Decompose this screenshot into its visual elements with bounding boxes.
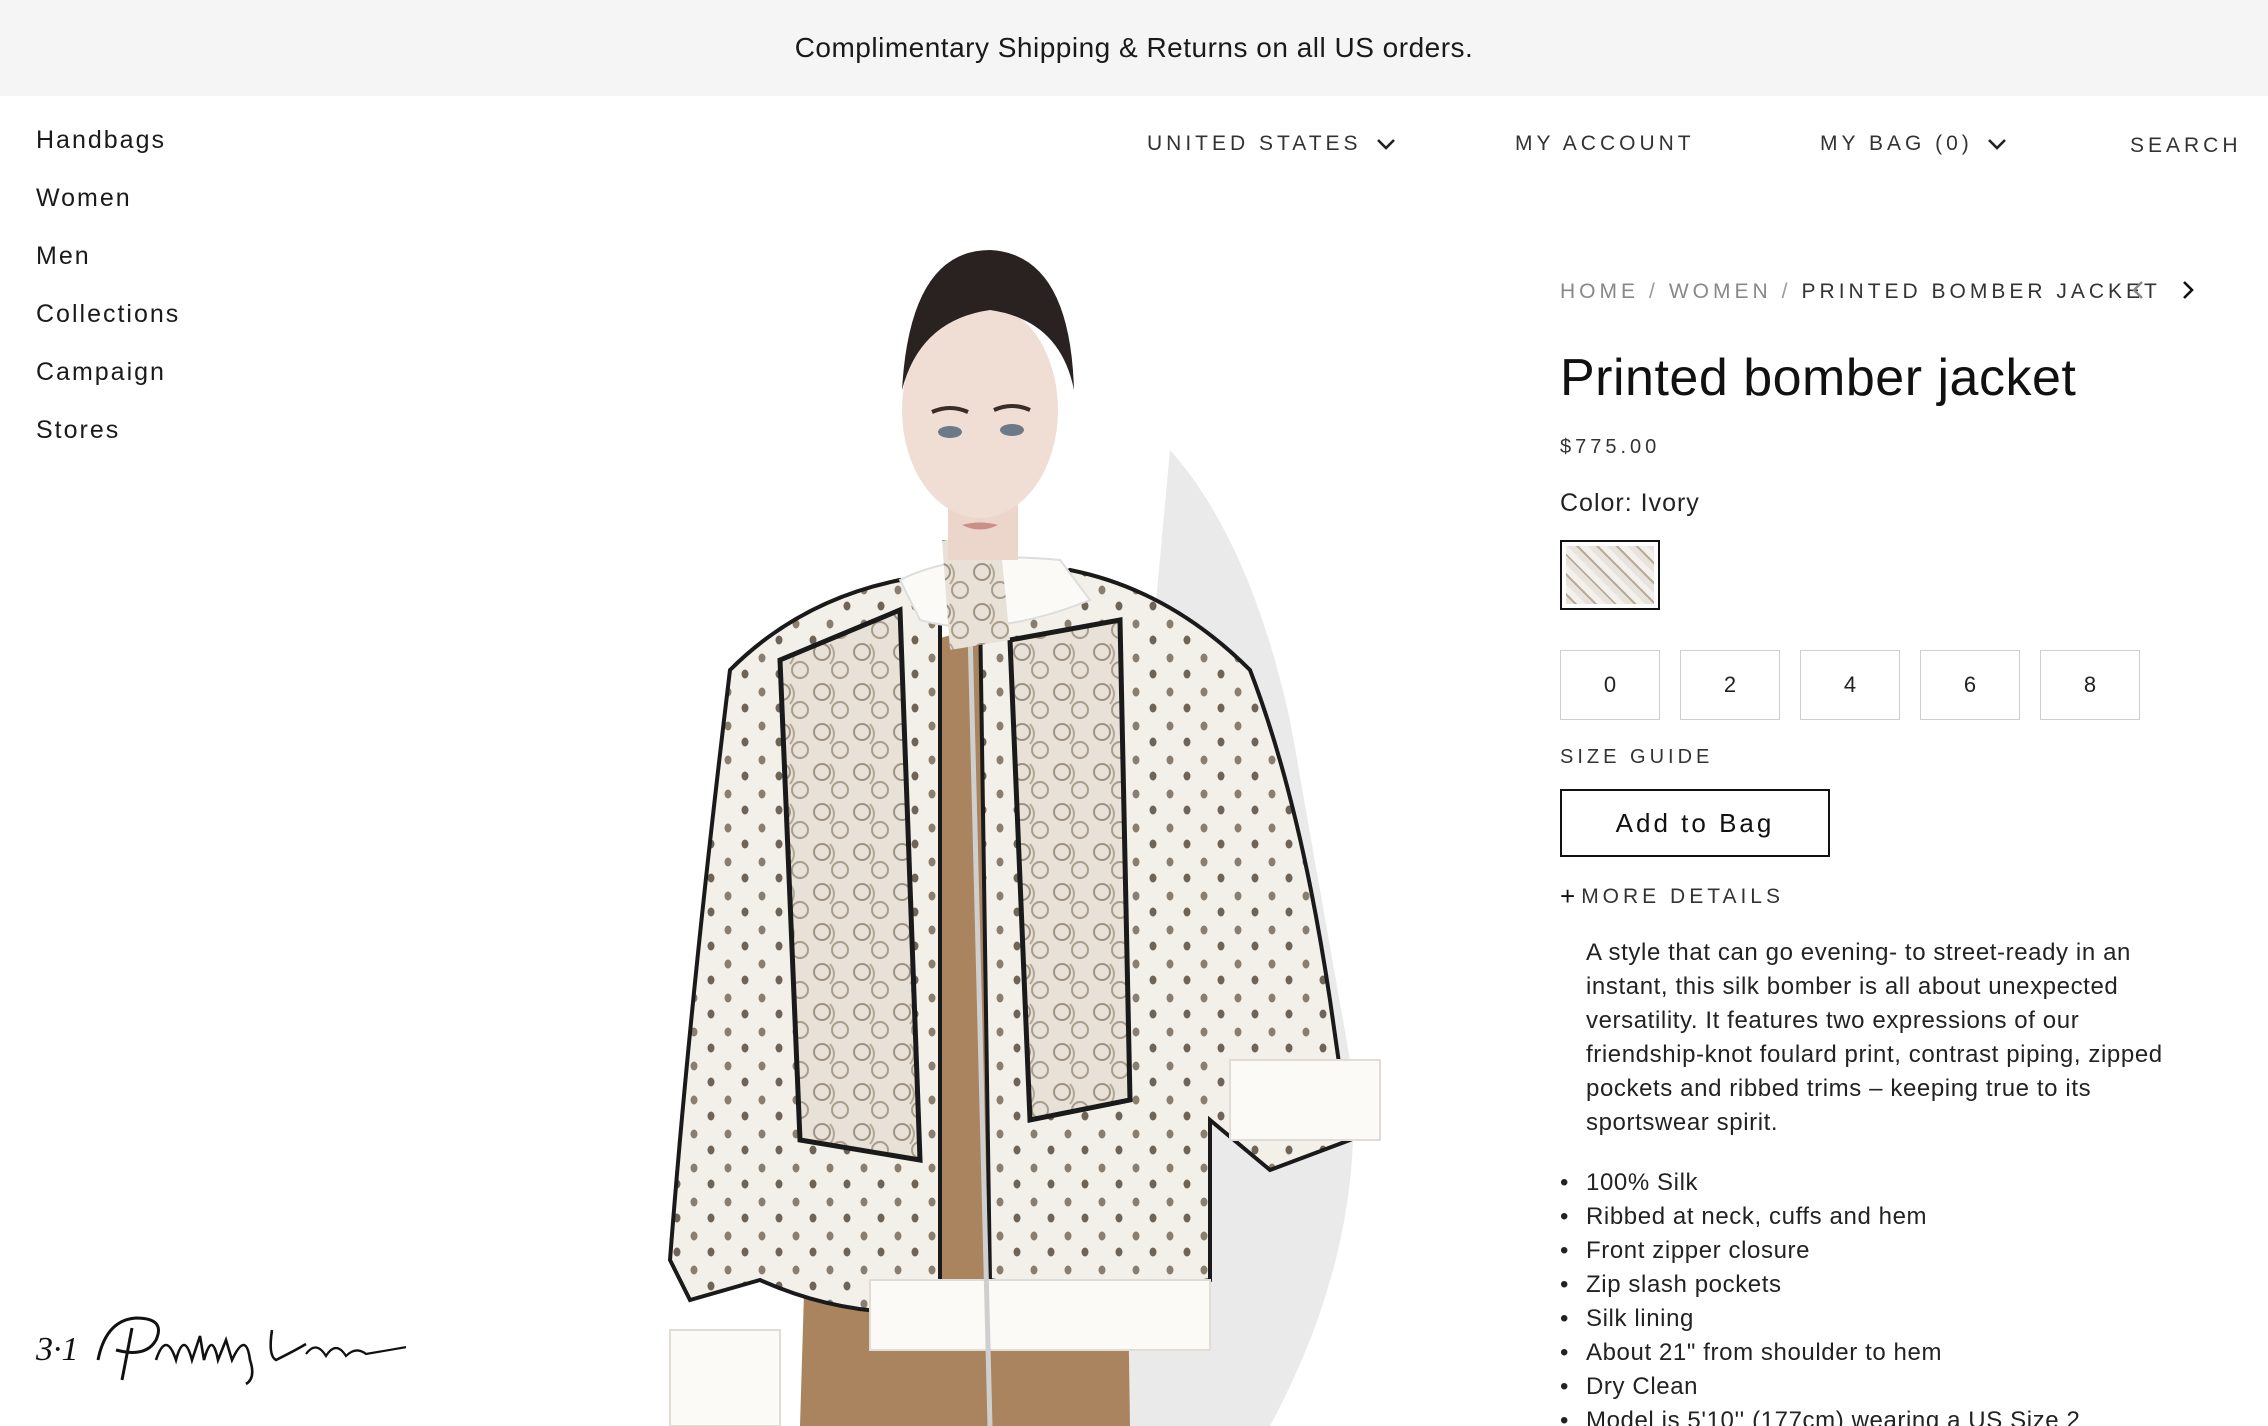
my-account-label: MY ACCOUNT bbox=[1515, 132, 1695, 155]
color-swatch-ivory[interactable] bbox=[1560, 540, 1660, 610]
main-nav: Handbags Women Men Collections Campaign … bbox=[36, 120, 180, 468]
product-title: Printed bomber jacket bbox=[1560, 349, 2077, 407]
prev-product-button[interactable] bbox=[2130, 278, 2146, 302]
product-pager bbox=[2130, 278, 2196, 302]
breadcrumb-women[interactable]: WOMEN bbox=[1669, 280, 1772, 304]
size-option[interactable]: 4 bbox=[1800, 650, 1900, 720]
feature-item: Ribbed at neck, cuffs and hem bbox=[1560, 1200, 2240, 1234]
product-details: HOME / WOMEN / PRINTED BOMBER JACKET Pri… bbox=[1560, 270, 2240, 1426]
size-option[interactable]: 0 bbox=[1560, 650, 1660, 720]
promo-text: Complimentary Shipping & Returns on all … bbox=[794, 32, 1474, 63]
size-guide-link[interactable]: SIZE GUIDE bbox=[1560, 746, 2240, 769]
search-link[interactable]: SEARCH bbox=[2130, 126, 2242, 166]
swatch-image bbox=[1566, 546, 1654, 604]
product-price: $775.00 bbox=[1560, 436, 1661, 458]
next-product-button[interactable] bbox=[2180, 278, 2196, 302]
breadcrumb-separator: / bbox=[1781, 280, 1792, 303]
my-bag-link[interactable]: MY BAG (0) bbox=[1820, 124, 2007, 164]
add-to-bag-button[interactable]: Add to Bag bbox=[1560, 789, 1830, 857]
color-label: Color: Ivory bbox=[1560, 489, 1700, 517]
feature-item: Dry Clean bbox=[1560, 1370, 2240, 1404]
phillip-lim-logo: 3·1 bbox=[35, 1316, 437, 1386]
breadcrumb-current: PRINTED BOMBER JACKET bbox=[1801, 280, 2161, 303]
chevron-right-icon bbox=[2183, 281, 2194, 299]
nav-item-men[interactable]: Men bbox=[36, 236, 180, 294]
feature-item: Zip slash pockets bbox=[1560, 1268, 2240, 1302]
size-option[interactable]: 8 bbox=[2040, 650, 2140, 720]
country-label: UNITED STATES bbox=[1147, 132, 1362, 155]
chevron-down-icon bbox=[1987, 139, 2006, 150]
brand-logo[interactable]: 3·1 bbox=[35, 1300, 437, 1390]
nav-item-collections[interactable]: Collections bbox=[36, 294, 180, 352]
search-label: SEARCH bbox=[2130, 134, 2242, 157]
promo-banner: Complimentary Shipping & Returns on all … bbox=[0, 0, 2268, 96]
feature-item: Front zipper closure bbox=[1560, 1234, 2240, 1268]
product-description: A style that can go evening- to street-r… bbox=[1586, 939, 2163, 1136]
svg-text:3·1: 3·1 bbox=[36, 1331, 79, 1368]
nav-item-women[interactable]: Women bbox=[36, 178, 180, 236]
more-details-toggle[interactable]: + MORE DETAILS bbox=[1560, 881, 2240, 912]
more-details-label: MORE DETAILS bbox=[1581, 884, 1784, 908]
country-selector[interactable]: UNITED STATES bbox=[1147, 124, 1396, 164]
feature-item: 100% Silk bbox=[1560, 1166, 2240, 1200]
feature-item: About 21" from shoulder to hem bbox=[1560, 1336, 2240, 1370]
nav-item-stores[interactable]: Stores bbox=[36, 410, 180, 468]
utility-nav: UNITED STATES MY ACCOUNT MY BAG (0) SEAR… bbox=[0, 124, 2268, 164]
my-account-link[interactable]: MY ACCOUNT bbox=[1515, 124, 1695, 164]
breadcrumb-home[interactable]: HOME bbox=[1560, 280, 1639, 304]
feature-list: 100% Silk Ribbed at neck, cuffs and hem … bbox=[1560, 1166, 2240, 1426]
breadcrumb-separator: / bbox=[1649, 280, 1659, 303]
product-image bbox=[650, 240, 1480, 1426]
size-option[interactable]: 6 bbox=[1920, 650, 2020, 720]
size-selector: 0 2 4 6 8 bbox=[1560, 650, 2240, 720]
chevron-down-icon bbox=[1376, 139, 1395, 150]
plus-icon: + bbox=[1560, 881, 1576, 911]
nav-item-campaign[interactable]: Campaign bbox=[36, 352, 180, 410]
size-option[interactable]: 2 bbox=[1680, 650, 1780, 720]
model-jacket-illustration bbox=[667, 250, 1381, 1426]
my-bag-label: MY BAG (0) bbox=[1820, 132, 1973, 155]
chevron-left-icon bbox=[2132, 281, 2143, 299]
feature-item: Silk lining bbox=[1560, 1302, 2240, 1336]
feature-item: Model is 5'10'' (177cm) wearing a US Siz… bbox=[1560, 1404, 2240, 1426]
